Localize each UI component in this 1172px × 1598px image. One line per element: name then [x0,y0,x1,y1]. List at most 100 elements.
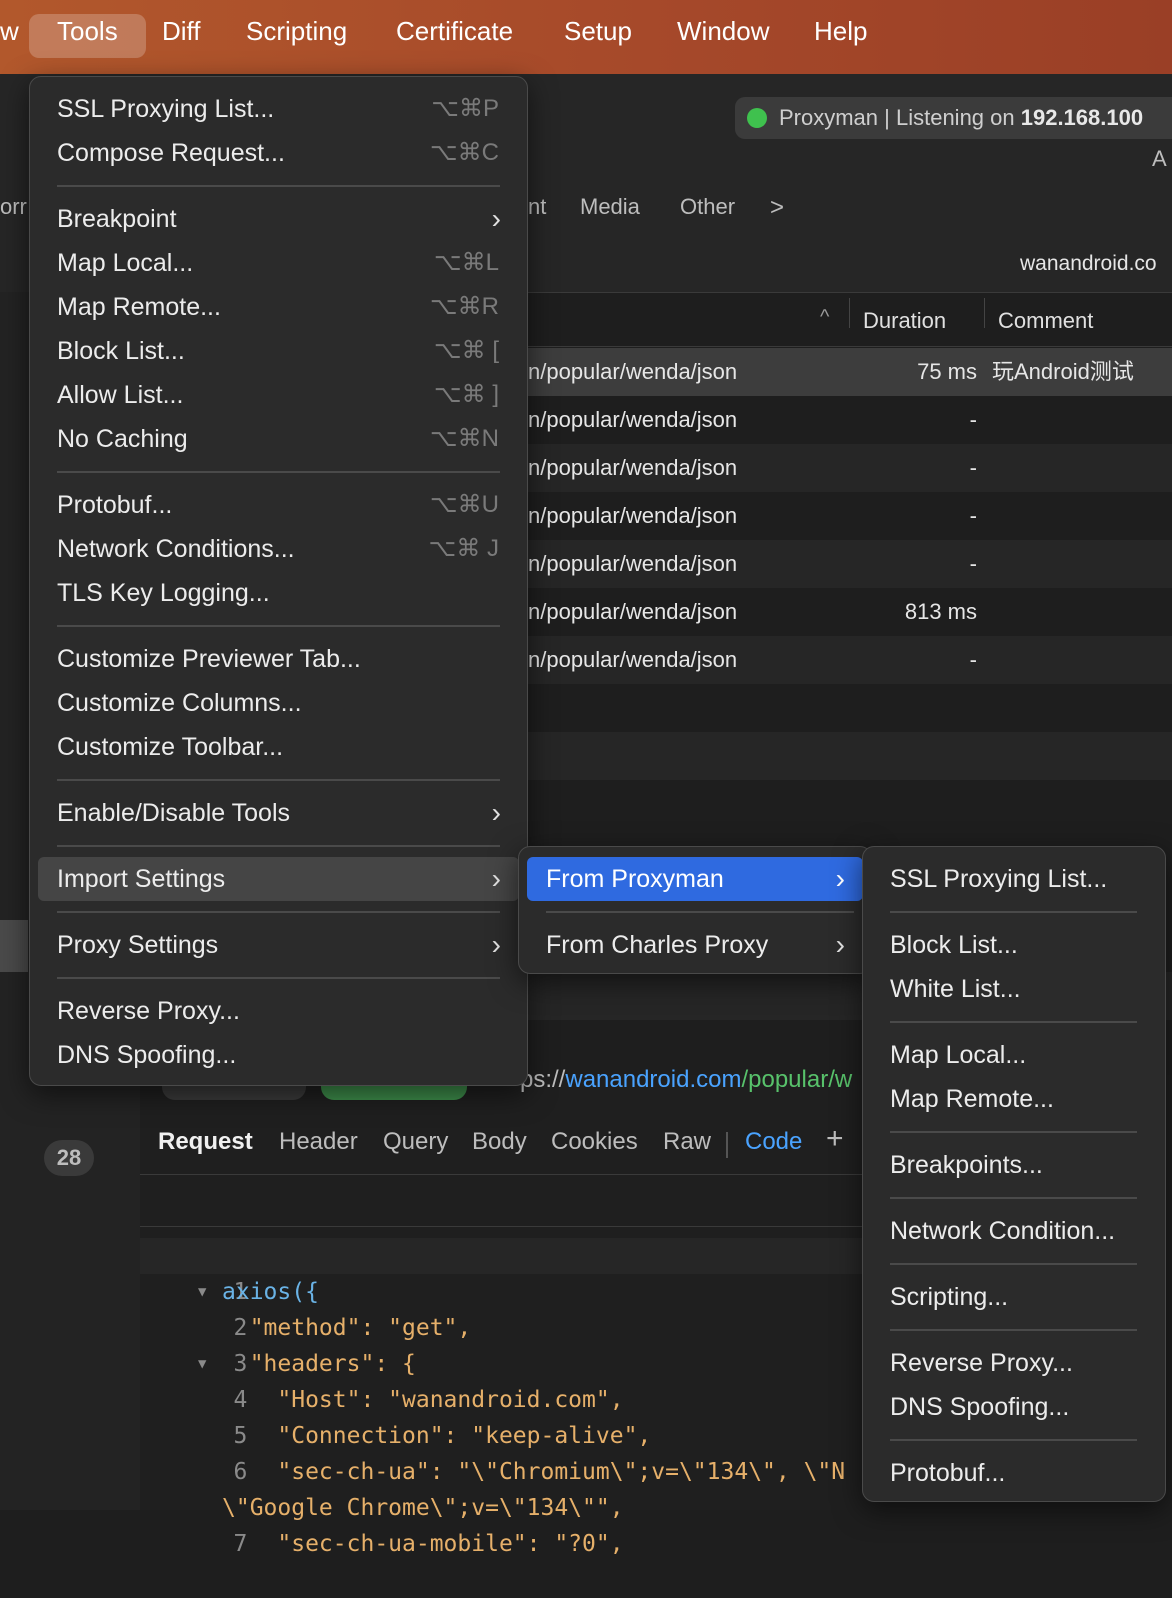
add-tab-icon[interactable]: + [826,1122,844,1156]
chevron-right-icon: › [491,863,501,894]
code-text: "headers": { [222,1351,416,1377]
filter-partial[interactable]: orr [0,194,27,220]
filter-more-chevron-icon[interactable]: > [770,194,784,222]
menu-item-block-list[interactable]: Block List... ⌥⌘ [ [38,329,519,373]
tab-header[interactable]: Header [279,1128,358,1156]
tab-request[interactable]: Request [158,1128,253,1156]
tab-body[interactable]: Body [472,1128,527,1156]
menu-separator [57,185,500,187]
sort-ascending-icon[interactable]: ^ [820,306,829,329]
menu-tools[interactable]: Tools [29,14,146,58]
menu-separator [57,845,500,847]
row-comment: 玩Android测试 [992,359,1134,384]
menu-item-ssl-proxying-list[interactable]: SSL Proxying List... ⌥⌘P [38,87,519,131]
filter-partial-2[interactable]: nt [528,194,546,220]
table-row[interactable]: n/popular/wenda/json 75 ms 玩Android测试 [528,348,1172,396]
filter-other[interactable]: Other [680,194,735,220]
menu-item-import-map-local[interactable]: Map Local... [871,1033,1157,1077]
menu-item-network-conditions[interactable]: Network Conditions... ⌥⌘ J [38,527,519,571]
fold-icon[interactable]: ▼ [198,1346,206,1382]
code-text: \"Google Chrome\";v=\"134\"", [222,1495,624,1521]
menu-item-customize-columns[interactable]: Customize Columns... [38,681,519,725]
menu-certificate[interactable]: Certificate [368,14,541,58]
menu-diff[interactable]: Diff [134,14,229,58]
menu-item-import-breakpoints[interactable]: Breakpoints... [871,1143,1157,1187]
menu-separator [57,911,500,913]
menu-window[interactable]: Window [649,14,797,58]
menu-setup[interactable]: Setup [536,14,660,58]
code-line: 1 ▼ axios({ [140,1238,862,1305]
chevron-right-icon: › [491,203,501,234]
row-duration: - [969,455,977,480]
menu-item-import-network-condition[interactable]: Network Condition... [871,1209,1157,1253]
menu-item-allow-list[interactable]: Allow List... ⌥⌘ ] [38,373,519,417]
menu-item-map-remote[interactable]: Map Remote... ⌥⌘R [38,285,519,329]
code-text: "Connection": "keep-alive", [222,1423,652,1449]
menu-item-import-white-list[interactable]: White List... [871,967,1157,1011]
menu-item-import-scripting[interactable]: Scripting... [871,1275,1157,1319]
table-row[interactable]: n/popular/wenda/json - [528,540,1172,588]
menu-item-no-caching[interactable]: No Caching ⌥⌘N [38,417,519,461]
table-row[interactable]: n/popular/wenda/json - [528,396,1172,444]
code-text: "method": "get", [222,1315,472,1341]
menu-item-import-ssl-proxying-list[interactable]: SSL Proxying List... [871,857,1157,901]
tab-query[interactable]: Query [383,1128,448,1156]
column-comment[interactable]: Comment [998,308,1093,334]
menu-item-import-dns-spoofing[interactable]: DNS Spoofing... [871,1385,1157,1429]
count-badge: 28 [44,1140,94,1176]
menu-help[interactable]: Help [786,14,895,58]
menu-item-import-reverse-proxy[interactable]: Reverse Proxy... [871,1341,1157,1385]
column-duration[interactable]: Duration [863,308,946,334]
import-settings-submenu: From Proxyman › From Charles Proxy › [518,846,872,974]
code-line: \"Google Chrome\";v=\"134\"", [140,1454,624,1521]
tab-raw[interactable]: Raw [663,1128,711,1156]
url-host: wanandroid.com [565,1066,742,1093]
divider [140,1226,862,1227]
menu-scripting[interactable]: Scripting [218,14,375,58]
code-line: 6 "sec-ch-ua": "\"Chromium\";v=\"134\", … [140,1418,846,1485]
column-header: ^ Duration Comment [528,296,1172,347]
menu-item-import-block-list[interactable]: Block List... [871,923,1157,967]
menu-separator [57,977,500,979]
menu-item-from-proxyman[interactable]: From Proxyman › [527,857,863,901]
filter-media[interactable]: Media [580,194,640,220]
tab-code[interactable]: Code [745,1128,802,1156]
status-dot-icon [747,108,767,128]
menu-item-import-settings[interactable]: Import Settings › [38,857,519,901]
menu-item-reverse-proxy[interactable]: Reverse Proxy... [38,989,519,1033]
table-row[interactable]: n/popular/wenda/json - [528,492,1172,540]
menu-item-enable-disable-tools[interactable]: Enable/Disable Tools › [38,791,519,835]
menu-item-dns-spoofing[interactable]: DNS Spoofing... [38,1033,519,1077]
menu-item-protobuf[interactable]: Protobuf... ⌥⌘U [38,483,519,527]
table-row[interactable]: n/popular/wenda/json - [528,636,1172,684]
menu-item-tls-key-logging[interactable]: TLS Key Logging... [38,571,519,615]
row-duration: - [969,407,977,432]
column-divider [849,298,850,328]
menu-separator [890,1021,1137,1023]
menu-item-customize-previewer-tab[interactable]: Customize Previewer Tab... [38,637,519,681]
menu-item-compose-request[interactable]: Compose Request... ⌥⌘C [38,131,519,175]
row-duration: 75 ms [917,359,977,384]
url-path: /popular/w [741,1066,853,1093]
menu-separator [890,1263,1137,1265]
sidebar-selection [0,920,28,972]
menu-item-import-protobuf[interactable]: Protobuf... [871,1451,1157,1495]
row-duration: - [969,647,977,672]
menu-separator [890,1197,1137,1199]
code-text: "sec-ch-ua-mobile": "?0", [222,1531,624,1557]
fold-icon[interactable]: ▼ [198,1274,206,1310]
status-indicator: Proxyman | Listening on 192.168.100 [735,97,1172,139]
menu-item-import-map-remote[interactable]: Map Remote... [871,1077,1157,1121]
menu-item-customize-toolbar[interactable]: Customize Toolbar... [38,725,519,769]
table-row[interactable]: n/popular/wenda/json - [528,444,1172,492]
code-line: 7 "sec-ch-ua-mobile": "?0", [140,1490,624,1557]
menu-item-proxy-settings[interactable]: Proxy Settings › [38,923,519,967]
tab-divider [726,1132,728,1158]
tab-cookies[interactable]: Cookies [551,1128,638,1156]
menu-separator [890,1131,1137,1133]
request-url[interactable]: ps://wanandroid.com/popular/w [520,1066,852,1094]
table-row[interactable]: n/popular/wenda/json 813 ms [528,588,1172,636]
menu-item-from-charles-proxy[interactable]: From Charles Proxy › [527,923,863,967]
menu-item-breakpoint[interactable]: Breakpoint › [38,197,519,241]
menu-item-map-local[interactable]: Map Local... ⌥⌘L [38,241,519,285]
